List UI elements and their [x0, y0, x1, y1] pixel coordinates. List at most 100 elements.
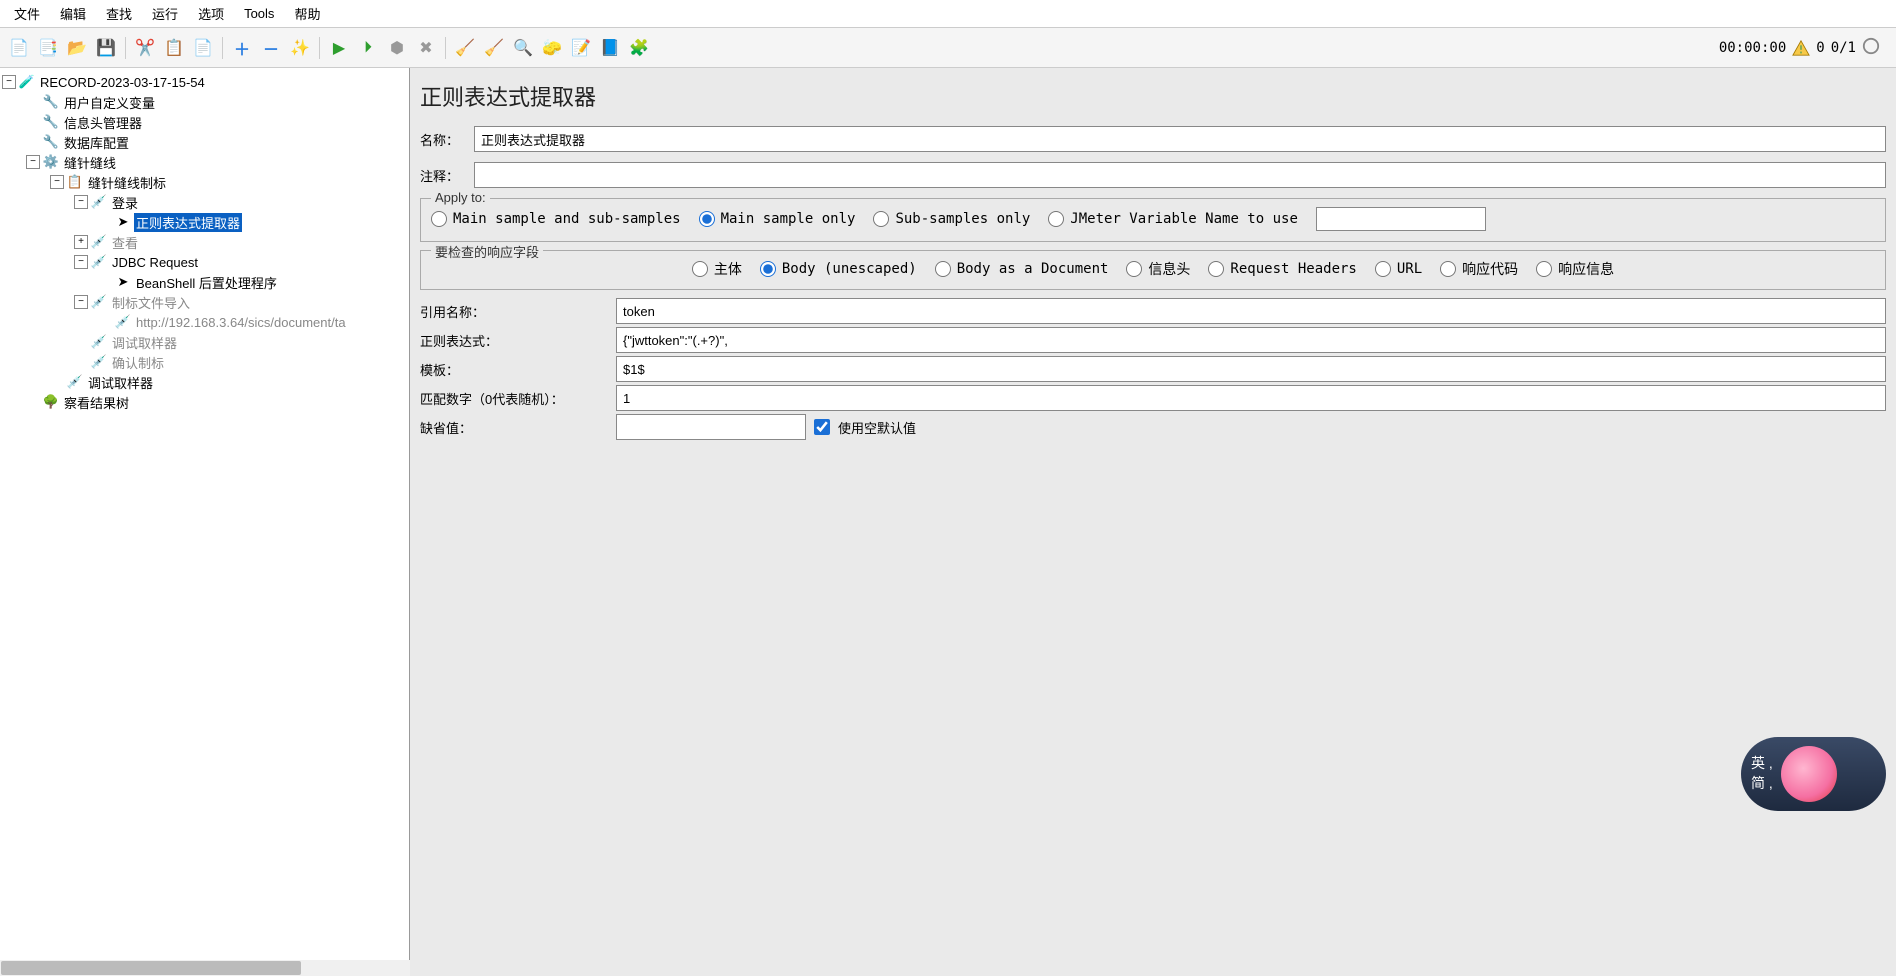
cut-icon[interactable]: ✂️ — [132, 35, 158, 61]
field-response-message[interactable]: 响应信息 — [1536, 259, 1614, 279]
horizontal-scrollbar[interactable] — [0, 960, 410, 976]
menu-options[interactable]: 选项 — [188, 0, 234, 27]
tree-controller[interactable]: − 📋 缝针缝线制标 — [2, 172, 407, 192]
field-response-headers[interactable]: 信息头 — [1126, 259, 1190, 279]
tree-sampler[interactable]: − 💉 登录 — [2, 192, 407, 212]
menu-help[interactable]: 帮助 — [284, 0, 330, 27]
tree-item[interactable]: 🔧 用户自定义变量 — [2, 92, 407, 112]
sampler-icon: 💉 — [90, 253, 108, 271]
jmeter-var-input[interactable] — [1316, 207, 1486, 231]
tree-item[interactable]: 🔧 数据库配置 — [2, 132, 407, 152]
collapse-icon[interactable]: − — [50, 175, 64, 189]
thread-count: 0/1 — [1831, 40, 1856, 56]
name-input[interactable] — [474, 126, 1886, 152]
default-value-input[interactable] — [616, 414, 806, 440]
error-count: 0 — [1816, 40, 1824, 56]
menu-run[interactable]: 运行 — [142, 0, 188, 27]
field-body-document[interactable]: Body as a Document — [935, 261, 1109, 277]
separator — [125, 37, 126, 59]
collapse-icon[interactable]: − — [74, 295, 88, 309]
templates-icon[interactable]: 📑 — [35, 35, 61, 61]
scrollbar-thumb[interactable] — [1, 961, 301, 975]
tree-sampler[interactable]: − 💉 制标文件导入 — [2, 292, 407, 312]
tree-sampler[interactable]: − 💉 JDBC Request — [2, 252, 407, 272]
collapse-icon[interactable]: − — [26, 155, 40, 169]
testplan-icon: 🧪 — [18, 73, 36, 91]
config-icon: 🔧 — [42, 113, 60, 131]
postprocessor-icon: ➤ — [114, 273, 132, 291]
apply-to-fieldset: Apply to: Main sample and sub-samples Ma… — [420, 198, 1886, 242]
help-icon[interactable]: 📘 — [597, 35, 623, 61]
menu-file[interactable]: 文件 — [4, 0, 50, 27]
shutdown-icon[interactable]: ✖ — [413, 35, 439, 61]
field-response-code[interactable]: 响应代码 — [1440, 259, 1518, 279]
clear-all-icon[interactable]: 🧹 — [481, 35, 507, 61]
content-panel: 正则表达式提取器 名称： 注释： Apply to: Main sample a… — [410, 68, 1896, 976]
apply-jmeter-var[interactable]: JMeter Variable Name to use — [1048, 211, 1298, 227]
toolbar-status: 00:00:00 0 0/1 — [1719, 37, 1890, 59]
collapse-icon[interactable]: − — [74, 195, 88, 209]
tree-panel[interactable]: − 🧪 RECORD-2023-03-17-15-54 🔧 用户自定义变量 🔧 … — [0, 68, 410, 976]
field-request-headers[interactable]: Request Headers — [1208, 261, 1356, 277]
use-empty-default-label: 使用空默认值 — [838, 418, 916, 437]
regex-input[interactable] — [616, 327, 1886, 353]
sampler-icon: 💉 — [90, 333, 108, 351]
tree-sampler[interactable]: + 💉 查看 — [2, 232, 407, 252]
comment-label: 注释： — [420, 166, 474, 185]
comment-input[interactable] — [474, 162, 1886, 188]
tree-listener[interactable]: 🌳 察看结果树 — [2, 392, 407, 412]
wand-icon[interactable]: ✨ — [287, 35, 313, 61]
open-icon[interactable]: 📂 — [64, 35, 90, 61]
save-icon[interactable]: 💾 — [93, 35, 119, 61]
warning-icon[interactable] — [1792, 39, 1810, 57]
ref-name-input[interactable] — [616, 298, 1886, 324]
minus-icon[interactable]: － — [258, 35, 284, 61]
sampler-icon: 💉 — [90, 233, 108, 251]
postprocessor-icon: ➤ — [114, 213, 132, 231]
expand-icon[interactable]: + — [74, 235, 88, 249]
use-empty-default-checkbox[interactable] — [814, 419, 830, 435]
toolbar: 📄 📑 📂 💾 ✂️ 📋 📄 ＋ － ✨ ▶ ⏵ ⬢ ✖ 🧹 🧹 🔍 🧽 📝 📘… — [0, 28, 1896, 68]
plus-icon[interactable]: ＋ — [229, 35, 255, 61]
reset-search-icon[interactable]: 🧽 — [539, 35, 565, 61]
menu-search[interactable]: 查找 — [96, 0, 142, 27]
menu-edit[interactable]: 编辑 — [50, 0, 96, 27]
ime-widget[interactable]: 英 , 简 , — [1741, 737, 1886, 811]
stop-icon[interactable]: ⬢ — [384, 35, 410, 61]
tree-extractor-selected[interactable]: ➤ 正则表达式提取器 — [2, 212, 407, 232]
sampler-icon: 💉 — [114, 313, 132, 331]
match-no-label: 匹配数字（0代表随机）： — [420, 389, 616, 408]
match-no-input[interactable] — [616, 385, 1886, 411]
template-input[interactable] — [616, 356, 1886, 382]
paste-icon[interactable]: 📄 — [190, 35, 216, 61]
start-icon[interactable]: ▶ — [326, 35, 352, 61]
tree-threadgroup[interactable]: − ⚙️ 缝针缝线 — [2, 152, 407, 172]
field-url[interactable]: URL — [1375, 261, 1422, 277]
tree-sampler[interactable]: 💉 调试取样器 — [2, 372, 407, 392]
apply-sub-only[interactable]: Sub-samples only — [873, 211, 1030, 227]
field-body[interactable]: 主体 — [692, 259, 742, 279]
tree-item[interactable]: 🔧 信息头管理器 — [2, 112, 407, 132]
field-body-unescaped[interactable]: Body (unescaped) — [760, 261, 917, 277]
start-no-pause-icon[interactable]: ⏵ — [355, 35, 381, 61]
copy-icon[interactable]: 📋 — [161, 35, 187, 61]
sampler-icon: 💉 — [66, 373, 84, 391]
ime-text: 英 , 简 , — [1751, 754, 1773, 793]
menu-bar: 文件 编辑 查找 运行 选项 Tools 帮助 — [0, 0, 1896, 28]
function-helper-icon[interactable]: 📝 — [568, 35, 594, 61]
apply-main-and-sub[interactable]: Main sample and sub-samples — [431, 211, 681, 227]
tree-sampler[interactable]: 💉 确认制标 — [2, 352, 407, 372]
plugin-icon[interactable]: 🧩 — [626, 35, 652, 61]
tree-root[interactable]: − 🧪 RECORD-2023-03-17-15-54 — [2, 72, 407, 92]
collapse-icon[interactable]: − — [74, 255, 88, 269]
menu-tools[interactable]: Tools — [234, 2, 284, 25]
sampler-icon: 💉 — [90, 293, 108, 311]
tree-postprocessor[interactable]: ➤ BeanShell 后置处理程序 — [2, 272, 407, 292]
tree-sampler[interactable]: 💉 http://192.168.3.64/sics/document/ta — [2, 312, 407, 332]
clear-icon[interactable]: 🧹 — [452, 35, 478, 61]
tree-sampler[interactable]: 💉 调试取样器 — [2, 332, 407, 352]
new-icon[interactable]: 📄 — [6, 35, 32, 61]
search-icon[interactable]: 🔍 — [510, 35, 536, 61]
collapse-icon[interactable]: − — [2, 75, 16, 89]
apply-main-only[interactable]: Main sample only — [699, 211, 856, 227]
